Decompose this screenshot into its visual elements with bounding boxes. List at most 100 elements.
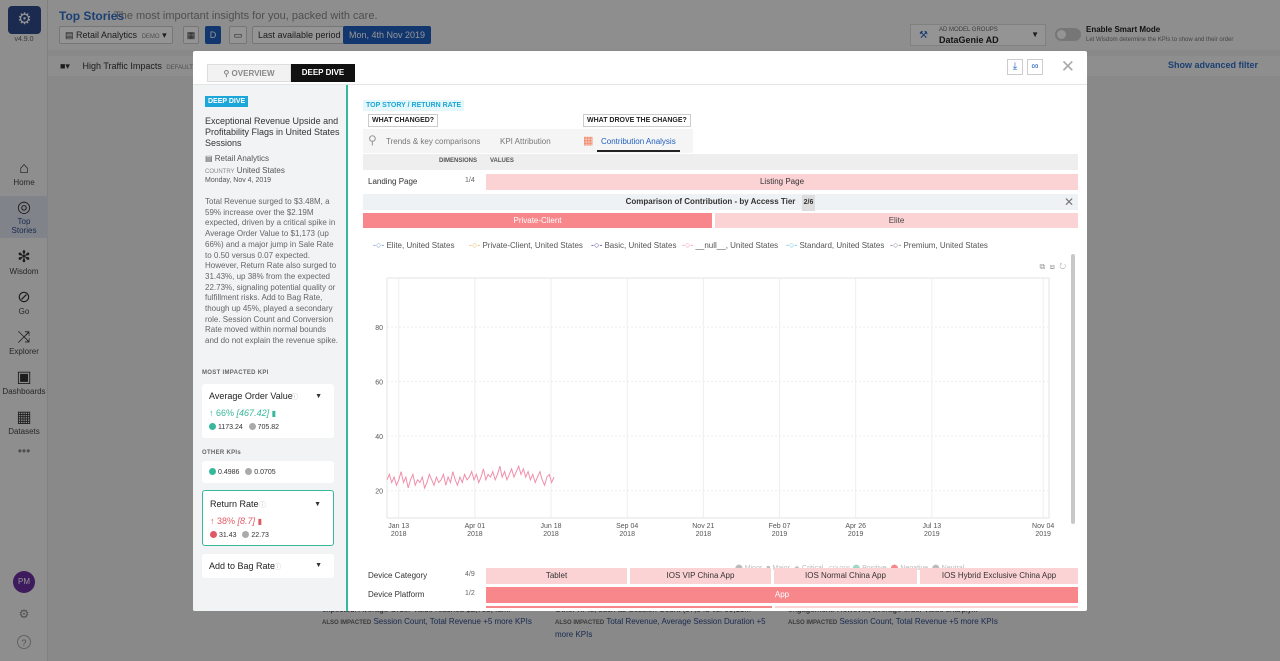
dimension-value[interactable]: Tablet — [486, 568, 627, 584]
legend-marker-icon: -○- — [591, 240, 603, 250]
dimension-row-partial — [363, 605, 1078, 608]
dimension-count: 4/9 — [465, 571, 475, 578]
tab-trends[interactable]: Trends & key comparisons — [386, 137, 480, 146]
comparison-count: 2/6 — [801, 195, 816, 211]
dimension-row-landing-page: Landing Page 1/4 Listing Page — [363, 173, 1078, 191]
dimension-label: Device Category — [368, 571, 428, 580]
refresh-icon[interactable]: ↻ — [1059, 262, 1066, 271]
kpi-actual: 0.4986 — [218, 469, 240, 476]
x-tick-label: Jun 18 — [541, 523, 562, 530]
dimensions-header: DIMENSIONS VALUES — [363, 154, 1078, 170]
legend-item[interactable]: -○- Premium, United States — [890, 240, 988, 250]
dimension-value[interactable]: IOS VIP China App — [630, 568, 771, 584]
kpi-actual: 31.43 — [219, 532, 237, 539]
most-impacted-label: MOST IMPACTED KPI — [202, 370, 269, 376]
kpi-card-add-to-bag-rate[interactable]: Add to Bag Rate ⓘ ▼ — [202, 554, 334, 578]
tab-overview[interactable]: ⚲ OVERVIEW — [207, 64, 291, 82]
x-tick-label: Apr 01 — [465, 523, 486, 530]
legend-label: __null__, United States — [695, 241, 779, 250]
kpi-card-average-order-value[interactable]: Average Order Value ⓘ ▼ ↑ 66% [467.42] ▮… — [202, 384, 334, 438]
deep-dive-badge: DEEP DIVE — [205, 96, 249, 107]
dimension-value[interactable] — [486, 606, 772, 608]
kpi-change-value: 66% — [216, 408, 235, 418]
legend-label: Premium, United States — [903, 241, 988, 250]
y-tick-label: 60 — [375, 380, 383, 387]
trend-icon: ▮ — [257, 517, 262, 526]
x-tick-label: Nov 04 — [1032, 523, 1054, 530]
tier-tab-private-client[interactable]: Private-Client — [363, 213, 712, 228]
info-icon: ⓘ — [291, 394, 298, 401]
tab-deep-dive[interactable]: DEEP DIVE — [291, 64, 355, 82]
legend-item[interactable]: -○- Standard, United States — [786, 240, 884, 250]
x-tick-year: 2018 — [391, 531, 407, 538]
link-icon[interactable]: ∞ — [1027, 59, 1043, 75]
chart-scrollbar[interactable] — [1071, 254, 1075, 524]
legend-marker-icon: -○- — [469, 240, 481, 250]
kpi-expected: 22.73 — [251, 532, 269, 539]
legend-label: Elite, United States — [386, 241, 455, 250]
kpi-values: 0.4986 0.0705 — [209, 468, 276, 476]
reset-zoom-icon[interactable]: ⧈ — [1050, 262, 1055, 271]
story-dataset: ▤ Retail Analytics — [205, 154, 269, 163]
story-country: COUNTRY United States — [205, 166, 285, 175]
dimension-value[interactable]: IOS Normal China App — [774, 568, 917, 584]
legend-item[interactable]: -○- __null__, United States — [682, 240, 778, 250]
tab-kpi-attribution[interactable]: KPI Attribution — [500, 137, 551, 146]
trend-icon: ▮ — [271, 409, 276, 418]
comparison-title: Comparison of Contribution - by Access T… — [625, 197, 796, 206]
close-icon[interactable]: ✕ — [1061, 57, 1075, 77]
story-body: Total Revenue surged to $3.48M, a 59% in… — [205, 197, 338, 346]
tab-contribution-analysis[interactable]: Contribution Analysis — [597, 137, 680, 152]
close-icon[interactable]: ✕ — [1064, 194, 1074, 210]
story-panel: DEEP DIVE Exceptional Revenue Upside and… — [193, 85, 348, 611]
legend-item[interactable]: -○- Private-Client, United States — [469, 240, 583, 250]
legend-item[interactable]: -○- Elite, United States — [373, 240, 454, 250]
dimension-value[interactable]: IOS Hybrid Exclusive China App — [920, 568, 1078, 584]
info-icon: ⓘ — [259, 502, 266, 509]
download-icon[interactable]: ⤓ — [1007, 59, 1023, 75]
x-tick-label: Jan 13 — [388, 523, 409, 530]
legend-marker-icon: -○- — [682, 240, 694, 250]
chevron-down-icon[interactable]: ▼ — [314, 501, 321, 508]
kpi-card-return-rate[interactable]: Return Rate ⓘ ▼ ↑ 38% [8.7] ▮ 31.43 22.7… — [202, 490, 334, 546]
chevron-down-icon[interactable]: ▼ — [315, 562, 322, 569]
kpi-values: 31.43 22.73 — [210, 531, 269, 539]
kpi-values: 1173.24 705.82 — [209, 423, 279, 431]
legend-label: Standard, United States — [799, 241, 885, 250]
legend-item[interactable]: -○- Basic, United States — [591, 240, 676, 250]
story-dataset-name: Retail Analytics — [214, 154, 270, 163]
breadcrumb: TOP STORY / RETURN RATE — [363, 100, 465, 111]
x-tick-year: 2018 — [619, 531, 635, 538]
dimensions-header-label: DIMENSIONS — [439, 158, 478, 164]
dimension-value[interactable]: Listing Page — [486, 174, 1078, 190]
x-tick-year: 2018 — [696, 531, 712, 538]
dimension-label: Device Platform — [368, 590, 425, 599]
legend-marker-icon: -○- — [890, 240, 902, 250]
tier-tab-elite[interactable]: Elite — [715, 213, 1078, 228]
x-tick-label: Apr 26 — [845, 523, 866, 530]
values-header-label: VALUES — [490, 158, 514, 164]
actual-icon — [209, 423, 216, 430]
dimension-count: 1/4 — [465, 177, 475, 184]
x-tick-year: 2019 — [848, 531, 864, 538]
return-rate-chart[interactable]: Jan 132018Apr 012018Jun 182018Sep 042018… — [363, 274, 1078, 559]
other-kpis-label: OTHER KPIs — [202, 450, 242, 456]
kpi-expected: 705.82 — [257, 424, 280, 431]
kpi-expected: 0.0705 — [254, 469, 276, 476]
country-label: COUNTRY — [205, 169, 235, 175]
kpi-change: ↑ 38% [8.7] ▮ — [210, 516, 262, 526]
what-drove-label: WHAT DROVE THE CHANGE? — [583, 114, 691, 127]
dimension-value[interactable]: App — [486, 587, 1078, 603]
story-title: Exceptional Revenue Upside and Profitabi… — [205, 116, 340, 148]
chart-legend: -○- Elite, United States -○- Private-Client… — [373, 240, 1073, 252]
plot-area — [386, 277, 1050, 519]
x-tick-label: Sep 04 — [616, 523, 638, 530]
expected-icon — [242, 531, 250, 538]
chevron-down-icon[interactable]: ▼ — [315, 393, 322, 400]
analysis-panel: TOP STORY / RETURN RATE WHAT CHANGED? WH… — [350, 85, 1087, 611]
kpi-card-sale-rate[interactable]: 0.4986 0.0705 — [202, 461, 334, 483]
dimension-value[interactable] — [775, 606, 1078, 608]
expected-icon — [248, 423, 256, 430]
zoom-icon[interactable]: ⧉ — [1040, 262, 1046, 271]
contribution-scroll-area[interactable]: DIMENSIONS VALUES Landing Page 1/4 Listi… — [363, 154, 1078, 608]
